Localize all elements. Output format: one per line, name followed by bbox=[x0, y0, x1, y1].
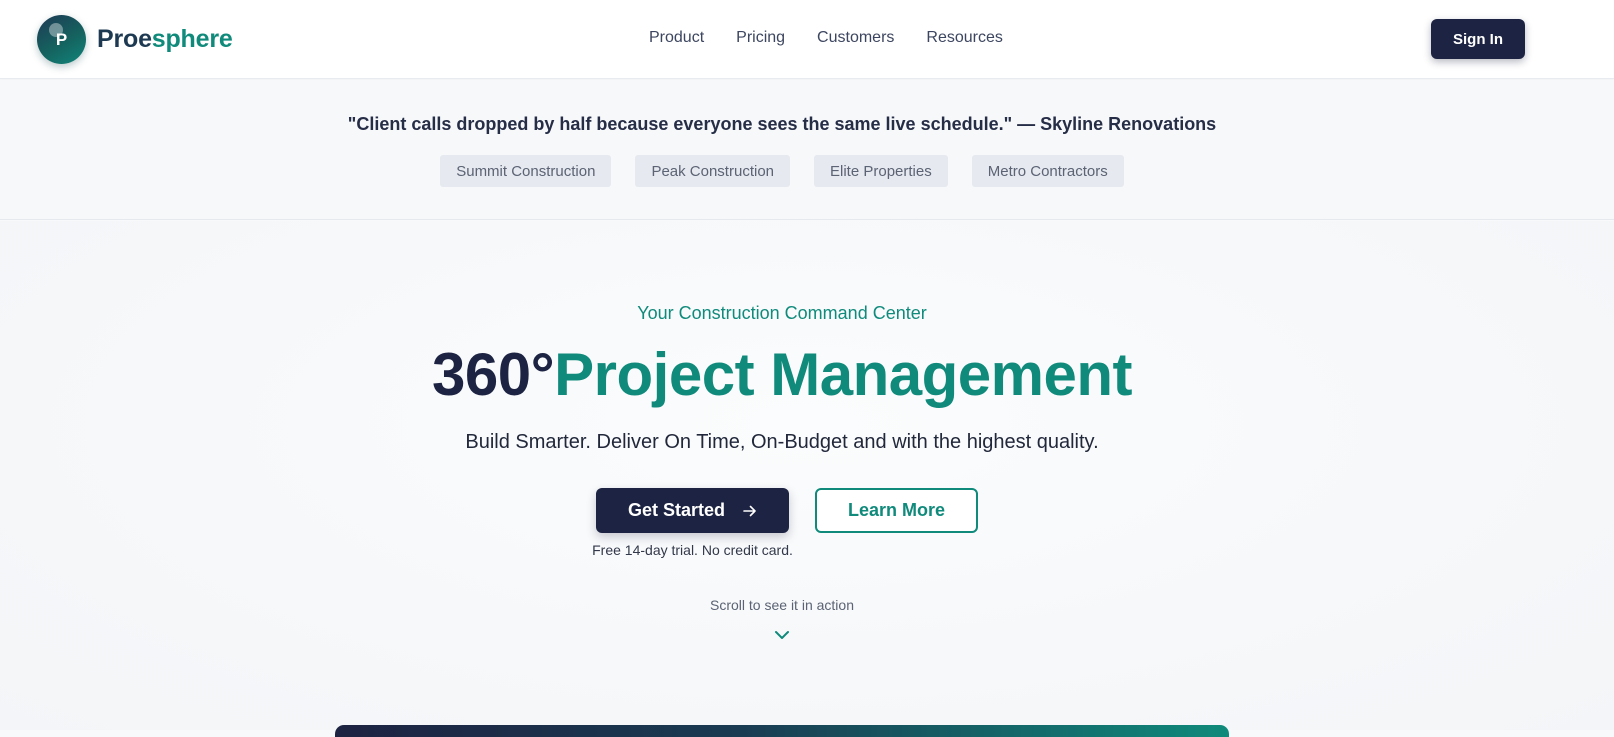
headline-part2: Project Management bbox=[554, 341, 1132, 408]
main-nav: Product Pricing Customers Resources bbox=[649, 29, 1003, 47]
customer-logos: Summit Construction Peak Construction El… bbox=[0, 155, 1564, 187]
hero-eyebrow: Your Construction Command Center bbox=[637, 303, 927, 323]
testimonial-band: "Client calls dropped by half because ev… bbox=[0, 80, 1614, 220]
nav-product[interactable]: Product bbox=[649, 29, 704, 47]
sign-in-button[interactable]: Sign In bbox=[1431, 19, 1525, 59]
hero-subheadline: Build Smarter. Deliver On Time, On-Budge… bbox=[465, 431, 1099, 453]
hero-section: Your Construction Command Center 360°Pro… bbox=[0, 221, 1614, 737]
customer-logo-metro: Metro Contractors bbox=[971, 155, 1124, 187]
customer-logo-peak: Peak Construction bbox=[635, 155, 791, 187]
brand-name-part1: Proe bbox=[97, 25, 152, 53]
product-preview-top bbox=[335, 725, 1229, 737]
logo-mark-icon: P bbox=[37, 15, 86, 64]
arrow-right-icon bbox=[743, 505, 757, 517]
logo-letter: P bbox=[55, 29, 68, 49]
trial-note: Free 14-day trial. No credit card. bbox=[592, 542, 793, 558]
nav-pricing[interactable]: Pricing bbox=[736, 29, 785, 47]
nav-customers[interactable]: Customers bbox=[817, 29, 894, 47]
customer-logo-summit: Summit Construction bbox=[440, 155, 612, 187]
learn-more-button[interactable]: Learn More bbox=[815, 488, 978, 533]
site-header: P Proesphere Product Pricing Customers R… bbox=[0, 0, 1614, 79]
nav-resources[interactable]: Resources bbox=[926, 29, 1002, 47]
testimonial-quote: "Client calls dropped by half because ev… bbox=[347, 114, 1217, 134]
brand-logo[interactable]: P Proesphere bbox=[37, 15, 233, 64]
get-started-button[interactable]: Get Started bbox=[596, 488, 789, 533]
get-started-label: Get Started bbox=[627, 500, 726, 520]
brand-name-part2: sphere bbox=[151, 25, 233, 53]
hero-headline: 360°Project Management bbox=[0, 340, 1564, 409]
customer-logo-elite: Elite Properties bbox=[814, 155, 948, 187]
headline-part1: 360° bbox=[432, 341, 555, 408]
scroll-hint[interactable]: Scroll to see it in action bbox=[0, 597, 1564, 613]
brand-name: Proesphere bbox=[97, 25, 233, 54]
chevron-down-icon[interactable] bbox=[772, 628, 792, 642]
